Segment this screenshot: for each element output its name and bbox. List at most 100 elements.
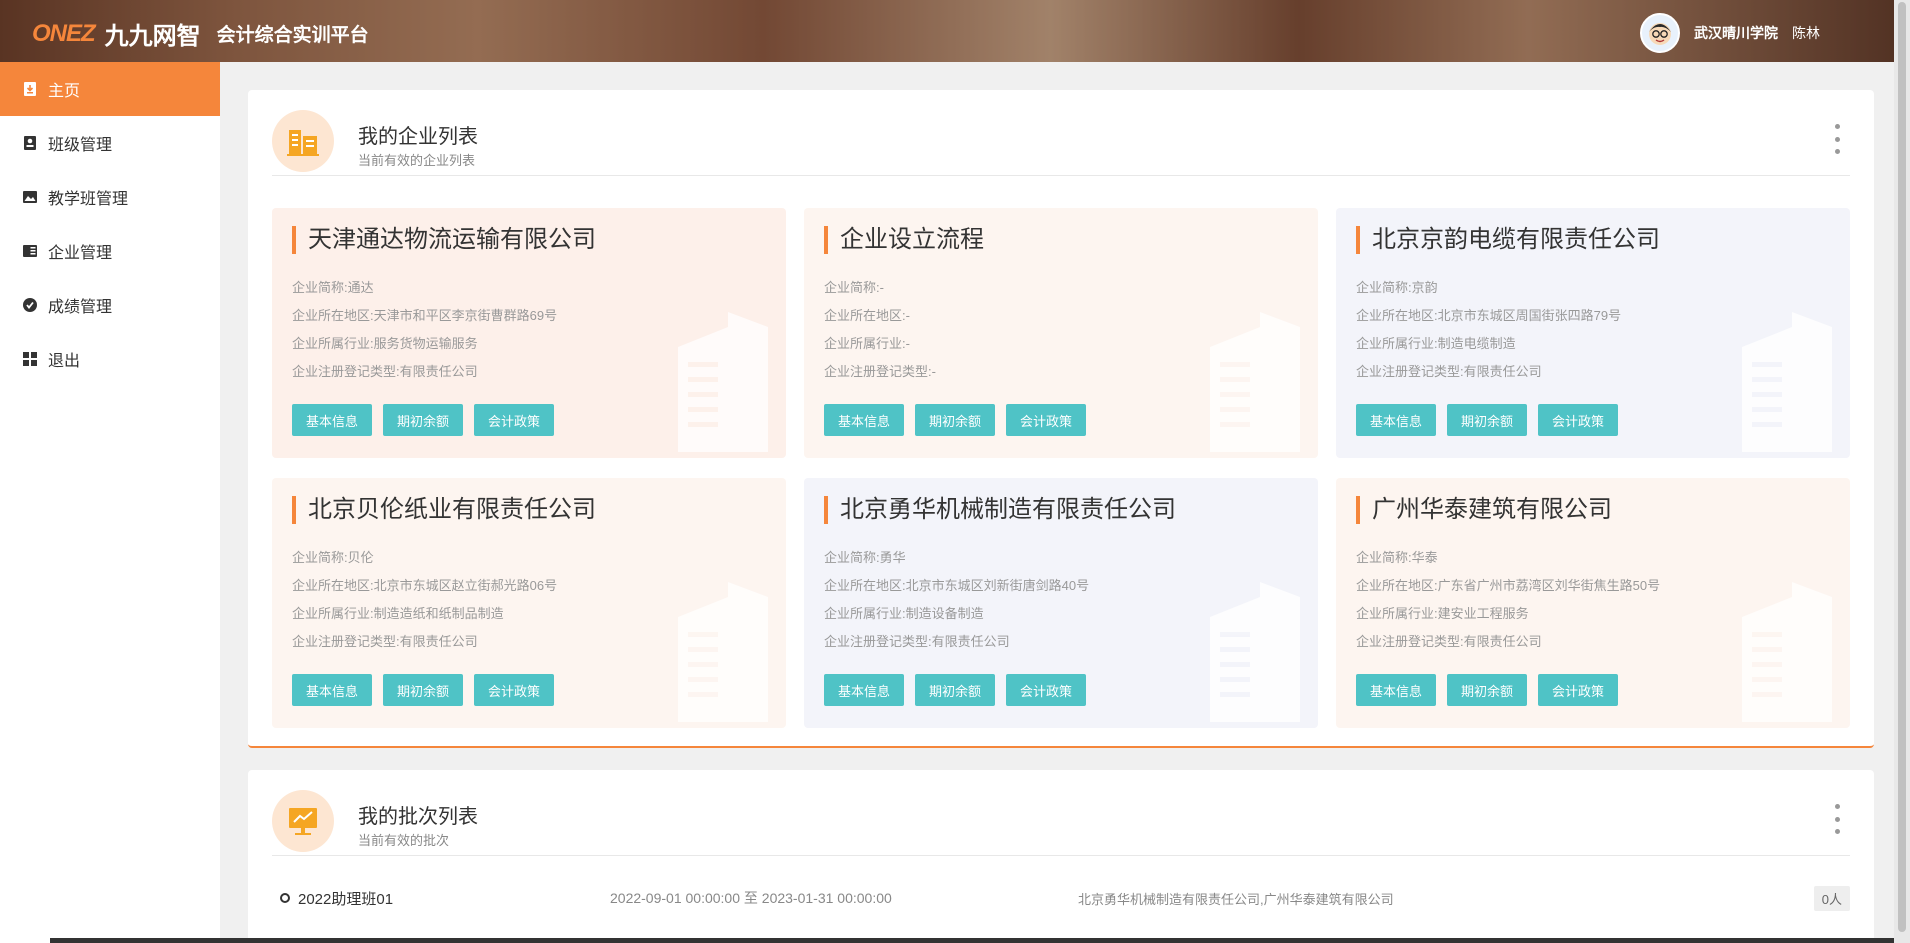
opening-balance-button[interactable]: 期初余额 [915, 674, 996, 706]
sidebar-item-home[interactable]: 主页 [0, 62, 220, 116]
brand-logo: ONEZ 九九网智 会计综合实训平台 [32, 16, 369, 51]
user-info[interactable]: 武汉晴川学院 陈林 [1640, 13, 1820, 53]
accounting-policy-button[interactable]: 会计政策 [1538, 404, 1619, 436]
company-reg-type: 企业注册登记类型:有限责任公司 [1356, 364, 1542, 379]
card-actions: 基本信息 期初余额 会计政策 [1356, 674, 1619, 706]
company-reg-type: 企业注册登记类型:- [824, 364, 936, 379]
batch-count-badge: 0人 [1813, 885, 1850, 911]
circle-icon [280, 893, 290, 903]
building-watermark-icon [1210, 582, 1300, 722]
sidebar-item-teaching-class[interactable]: 教学班管理 [0, 170, 220, 224]
company-industry: 企业所属行业:- [824, 336, 910, 351]
accounting-policy-button[interactable]: 会计政策 [1006, 674, 1087, 706]
sidebar-item-label: 主页 [48, 83, 81, 100]
sidebar-item-label: 成绩管理 [48, 299, 113, 316]
opening-balance-button[interactable]: 期初余额 [383, 404, 464, 436]
building-watermark-icon [678, 582, 768, 722]
book-icon [23, 245, 37, 257]
company-card: 北京勇华机械制造有限责任公司 企业简称:勇华 企业所在地区:北京市东城区刘新街唐… [804, 478, 1318, 728]
batch-period: 2022-09-01 00:00:00 至 2023-01-31 00:00:0… [610, 890, 892, 906]
accounting-policy-button[interactable]: 会计政策 [1538, 674, 1619, 706]
batch-companies: 北京勇华机械制造有限责任公司,广州华泰建筑有限公司 [1078, 891, 1394, 907]
opening-balance-button[interactable]: 期初余额 [915, 404, 996, 436]
company-card: 北京贝伦纸业有限责任公司 企业简称:贝伦 企业所在地区:北京市东城区赵立街郝光路… [272, 478, 786, 728]
sidebar-item-company[interactable]: 企业管理 [0, 224, 220, 278]
bottom-scrollbar[interactable] [0, 938, 1894, 943]
company-reg-type: 企业注册登记类型:有限责任公司 [824, 634, 1010, 649]
grade-icon [23, 298, 37, 312]
company-industry: 企业所属行业:建安业工程服务 [1356, 606, 1529, 621]
presentation-icon [272, 790, 334, 852]
company-region: 企业所在地区:北京市东城区刘新街唐剑路40号 [824, 578, 1090, 593]
image-icon [23, 191, 37, 203]
sidebar-item-logout[interactable]: 退出 [0, 332, 220, 386]
company-list-panel: 我的企业列表 当前有效的企业列表 天津通达物流运输有限公司 企业简称:通达 企业… [248, 90, 1874, 748]
basic-info-button[interactable]: 基本信息 [292, 404, 373, 436]
batch-list-panel: 我的批次列表 当前有效的批次 2022助理班01 2022-09-01 00:0… [248, 770, 1874, 943]
building-watermark-icon [1742, 312, 1832, 452]
company-short-name: 企业简称:贝伦 [292, 550, 374, 565]
sidebar-item-label: 教学班管理 [48, 191, 129, 208]
company-info: 企业简称:- 企业所在地区:- 企业所属行业:- 企业注册登记类型:- [824, 274, 936, 386]
basic-info-button[interactable]: 基本信息 [1356, 674, 1437, 706]
company-industry: 企业所属行业:制造设备制造 [824, 606, 984, 621]
more-icon[interactable] [1832, 124, 1842, 154]
panel-header: 我的企业列表 当前有效的企业列表 [272, 110, 1850, 176]
panel-header: 我的批次列表 当前有效的批次 [272, 790, 1850, 856]
company-short-name: 企业简称:- [824, 280, 884, 295]
accounting-policy-button[interactable]: 会计政策 [474, 674, 555, 706]
basic-info-button[interactable]: 基本信息 [1356, 404, 1437, 436]
more-icon[interactable] [1832, 804, 1842, 834]
company-short-name: 企业简称:京韵 [1356, 280, 1438, 295]
panel-subtitle: 当前有效的批次 [358, 833, 450, 848]
company-name: 北京贝伦纸业有限责任公司 [292, 496, 596, 524]
top-header: ONEZ 九九网智 会计综合实训平台 武汉晴川学院 陈林 [0, 0, 1910, 62]
scrollbar-thumb[interactable] [1898, 2, 1906, 932]
company-name: 广州华泰建筑有限公司 [1356, 496, 1612, 524]
company-name: 企业设立流程 [824, 226, 984, 254]
avatar[interactable] [1640, 13, 1680, 53]
opening-balance-button[interactable]: 期初余额 [1447, 674, 1528, 706]
company-reg-type: 企业注册登记类型:有限责任公司 [292, 364, 478, 379]
company-info: 企业简称:贝伦 企业所在地区:北京市东城区赵立街郝光路06号 企业所属行业:制造… [292, 544, 557, 656]
batch-name[interactable]: 2022助理班01 [298, 888, 610, 909]
basic-info-button[interactable]: 基本信息 [824, 404, 905, 436]
accounting-policy-button[interactable]: 会计政策 [474, 404, 555, 436]
basic-info-button[interactable]: 基本信息 [824, 674, 905, 706]
company-reg-type: 企业注册登记类型:有限责任公司 [1356, 634, 1542, 649]
building-watermark-icon [1210, 312, 1300, 452]
avatar-icon [1649, 23, 1671, 45]
class-icon [24, 136, 36, 150]
sidebar-item-label: 班级管理 [48, 137, 113, 154]
panel-title: 我的批次列表 [358, 806, 478, 828]
company-industry: 企业所属行业:制造电缆制造 [1356, 336, 1516, 351]
batch-row[interactable]: 2022助理班01 2022-09-01 00:00:00 至 2023-01-… [272, 876, 1850, 920]
opening-balance-button[interactable]: 期初余额 [383, 674, 464, 706]
company-reg-type: 企业注册登记类型:有限责任公司 [292, 634, 478, 649]
brand-mark: ONEZ [32, 19, 96, 47]
home-icon [24, 82, 36, 96]
company-name: 北京京韵电缆有限责任公司 [1356, 226, 1660, 254]
user-name[interactable]: 陈林 [1792, 23, 1820, 43]
company-short-name: 企业简称:勇华 [824, 550, 906, 565]
sidebar-item-label: 退出 [48, 353, 81, 370]
company-name: 北京勇华机械制造有限责任公司 [824, 496, 1176, 524]
platform-title: 会计综合实训平台 [216, 25, 369, 46]
company-region: 企业所在地区:北京市东城区周国街张四路79号 [1356, 308, 1622, 323]
company-info: 企业简称:华泰 企业所在地区:广东省广州市荔湾区刘华街焦生路50号 企业所属行业… [1356, 544, 1660, 656]
sidebar-item-class[interactable]: 班级管理 [0, 116, 220, 170]
brand-name: 九九网智 [104, 23, 201, 50]
sidebar-item-grades[interactable]: 成绩管理 [0, 278, 220, 332]
opening-balance-button[interactable]: 期初余额 [1447, 404, 1528, 436]
company-short-name: 企业简称:华泰 [1356, 550, 1438, 565]
vertical-scrollbar[interactable] [1894, 0, 1910, 943]
company-region: 企业所在地区:广东省广州市荔湾区刘华街焦生路50号 [1356, 578, 1661, 593]
accounting-policy-button[interactable]: 会计政策 [1006, 404, 1087, 436]
panel-title: 我的企业列表 [358, 126, 478, 148]
basic-info-button[interactable]: 基本信息 [292, 674, 373, 706]
card-actions: 基本信息 期初余额 会计政策 [824, 674, 1087, 706]
card-actions: 基本信息 期初余额 会计政策 [824, 404, 1087, 436]
grid-icon [23, 352, 37, 366]
sidebar-item-label: 企业管理 [48, 245, 113, 262]
company-name: 天津通达物流运输有限公司 [292, 226, 596, 254]
